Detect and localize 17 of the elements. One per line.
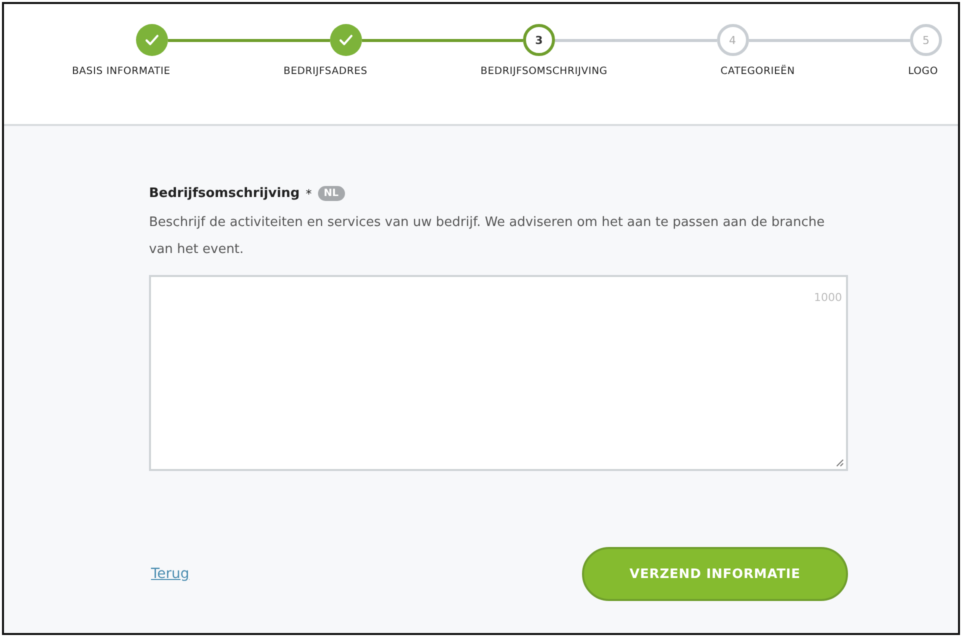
resize-handle-icon[interactable] xyxy=(835,458,844,467)
character-counter: 1000 xyxy=(814,291,842,304)
language-badge: NL xyxy=(318,186,344,201)
required-mark: * xyxy=(306,186,312,200)
help-text: Beschrijf de activiteiten en services van uw bedrijf. We adviseren om het aan te passen aan de branche van het event. xyxy=(149,214,826,259)
step-number: 5 xyxy=(922,34,930,46)
description-field[interactable]: 1000 xyxy=(149,275,848,471)
step-label: BASIS INFORMATIE xyxy=(72,66,170,77)
step-number: 3 xyxy=(535,34,543,46)
back-link[interactable]: Terug xyxy=(151,566,190,582)
step-number: 4 xyxy=(729,34,736,46)
step-label: LOGO xyxy=(908,66,938,77)
step-label: BEDRIJFSOMSCHRIJVING xyxy=(480,66,608,77)
submit-button[interactable]: VERZEND INFORMATIE xyxy=(582,547,848,601)
step-label: BEDRIJFSADRES xyxy=(284,66,368,77)
step-label: CATEGORIEËN xyxy=(720,66,795,77)
field-label: Bedrijfsomschrijving xyxy=(149,186,300,201)
